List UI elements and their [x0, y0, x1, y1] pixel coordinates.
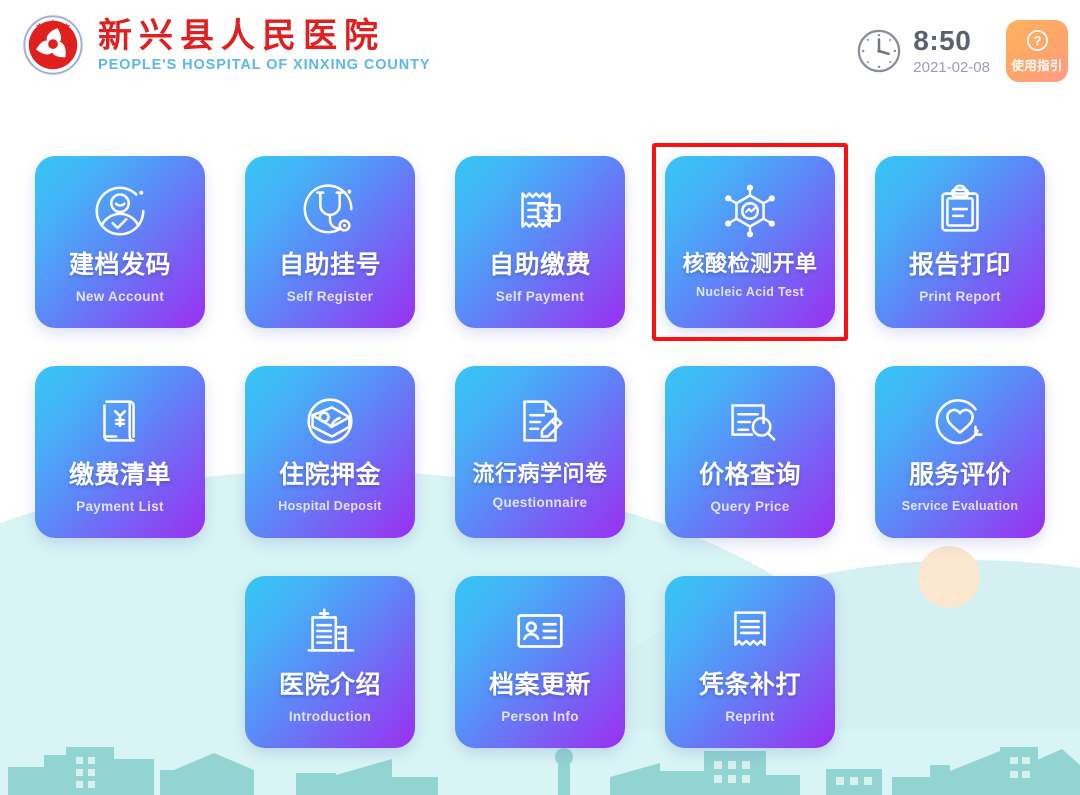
tile-nucleic-acid-test[interactable]: 核酸检测开单 Nucleic Acid Test	[652, 143, 848, 341]
tile-query-price-label-cn: 价格查询	[698, 461, 801, 489]
tile-hospital-deposit-label-cn: 住院押金	[278, 461, 381, 489]
tile-self-payment[interactable]: 自助缴费 Self Payment	[455, 156, 625, 328]
tile-payment-list[interactable]: 缴费清单 Payment List	[35, 366, 205, 538]
header-right-block: 8:50 2021-02-08 ? 使用指引	[856, 20, 1068, 82]
heart-circle-icon	[929, 390, 991, 452]
service-tile-grid: 建档发码 New Account 自助挂号 Self Register 自助缴费 Se…	[35, 143, 1045, 786]
tile-new-account-label-cn: 建档发码	[68, 251, 171, 279]
virus-molecule-icon	[719, 180, 781, 242]
page-header: 新兴县人民医院 PEOPLE'S HOSPITAL OF XINXING COU…	[0, 0, 1080, 110]
tile-payment-list-label-en: Payment List	[76, 498, 164, 514]
user-guide-button[interactable]: ? 使用指引	[1006, 20, 1068, 82]
tile-print-report-label-en: Print Report	[919, 288, 1001, 304]
tile-person-info-label-en: Person Info	[501, 708, 579, 724]
document-pencil-icon	[509, 390, 571, 452]
kiosk-screen: 新兴县人民医院 PEOPLE'S HOSPITAL OF XINXING COU…	[0, 0, 1080, 795]
tile-hospital-deposit-label-en: Hospital Deposit	[278, 498, 382, 513]
tile-person-info[interactable]: 档案更新 Person Info	[455, 576, 625, 748]
tile-nucleic-acid-test-label-cn: 核酸检测开单	[682, 251, 818, 276]
clock-block: 8:50 2021-02-08	[856, 26, 990, 75]
tile-reprint-label-en: Reprint	[725, 708, 775, 724]
tile-questionnaire[interactable]: 流行病学问卷 Questionnaire	[455, 366, 625, 538]
tile-questionnaire-label-cn: 流行病学问卷	[472, 461, 608, 486]
tile-payment-list-label-cn: 缴费清单	[68, 461, 171, 489]
current-time: 8:50	[913, 25, 972, 57]
tile-service-evaluation-label-cn: 服务评价	[908, 461, 1011, 489]
current-date: 2021-02-08	[913, 58, 990, 76]
tile-reprint-label-cn: 凭条补打	[698, 671, 801, 699]
tile-nucleic-acid-test-label-en: Nucleic Acid Test	[696, 285, 804, 300]
tile-service-evaluation-label-en: Service Evaluation	[901, 498, 1019, 513]
invoice-yuan-icon	[89, 390, 151, 452]
tile-introduction-label-en: Introduction	[288, 708, 372, 724]
clock-icon	[857, 29, 901, 73]
tile-self-register[interactable]: 自助挂号 Self Register	[245, 156, 415, 328]
tile-self-payment-label-en: Self Payment	[495, 288, 585, 304]
hospital-name-en: PEOPLE'S HOSPITAL OF XINXING COUNTY	[98, 57, 431, 74]
cash-circle-icon	[299, 390, 361, 452]
tile-query-price-label-en: Query Price	[710, 498, 790, 514]
tile-new-account-label-en: New Account	[75, 288, 165, 304]
clipboard-icon	[929, 180, 991, 242]
tile-self-payment-label-cn: 自助缴费	[488, 251, 591, 279]
user-guide-label: 使用指引	[1011, 58, 1063, 73]
tile-person-info-label-cn: 档案更新	[488, 671, 591, 699]
tile-self-register-label-cn: 自助挂号	[278, 251, 381, 279]
user-check-icon	[89, 180, 151, 242]
tile-questionnaire-label-en: Questionnaire	[492, 495, 588, 511]
hospital-name-cn: 新兴县人民医院	[98, 15, 385, 56]
document-search-icon	[719, 390, 781, 452]
tile-new-account[interactable]: 建档发码 New Account	[35, 156, 205, 328]
question-mark-icon: ?	[1026, 29, 1048, 51]
tile-print-report[interactable]: 报告打印 Print Report	[875, 156, 1045, 328]
tile-query-price[interactable]: 价格查询 Query Price	[665, 366, 835, 538]
tile-print-report-label-cn: 报告打印	[908, 251, 1011, 279]
tile-introduction[interactable]: 医院介绍 Introduction	[245, 576, 415, 748]
hospital-building-icon	[299, 600, 361, 662]
tile-service-evaluation[interactable]: 服务评价 Service Evaluation	[875, 366, 1045, 538]
brand-block: 新兴县人民医院 PEOPLE'S HOSPITAL OF XINXING COU…	[22, 14, 431, 76]
receipt-lines-icon	[719, 600, 781, 662]
tile-introduction-label-cn: 医院介绍	[278, 671, 381, 699]
hospital-emblem-icon	[23, 15, 83, 75]
receipt-yuan-icon	[509, 180, 571, 242]
tile-row-1: 建档发码 New Account 自助挂号 Self Register 自助缴费 Se…	[35, 143, 1045, 341]
tile-reprint[interactable]: 凭条补打 Reprint	[665, 576, 835, 748]
stethoscope-icon	[299, 180, 361, 242]
tile-row-2: 缴费清单 Payment List 住院押金 Hospital Deposit 流行…	[35, 366, 1045, 538]
id-card-icon	[509, 600, 571, 662]
tile-row-3: 医院介绍 Introduction 档案更新 Person Info 凭条补打 Rep…	[35, 576, 1045, 748]
tile-self-register-label-en: Self Register	[286, 288, 374, 304]
tile-hospital-deposit[interactable]: 住院押金 Hospital Deposit	[245, 366, 415, 538]
svg-text:?: ?	[1033, 33, 1041, 48]
